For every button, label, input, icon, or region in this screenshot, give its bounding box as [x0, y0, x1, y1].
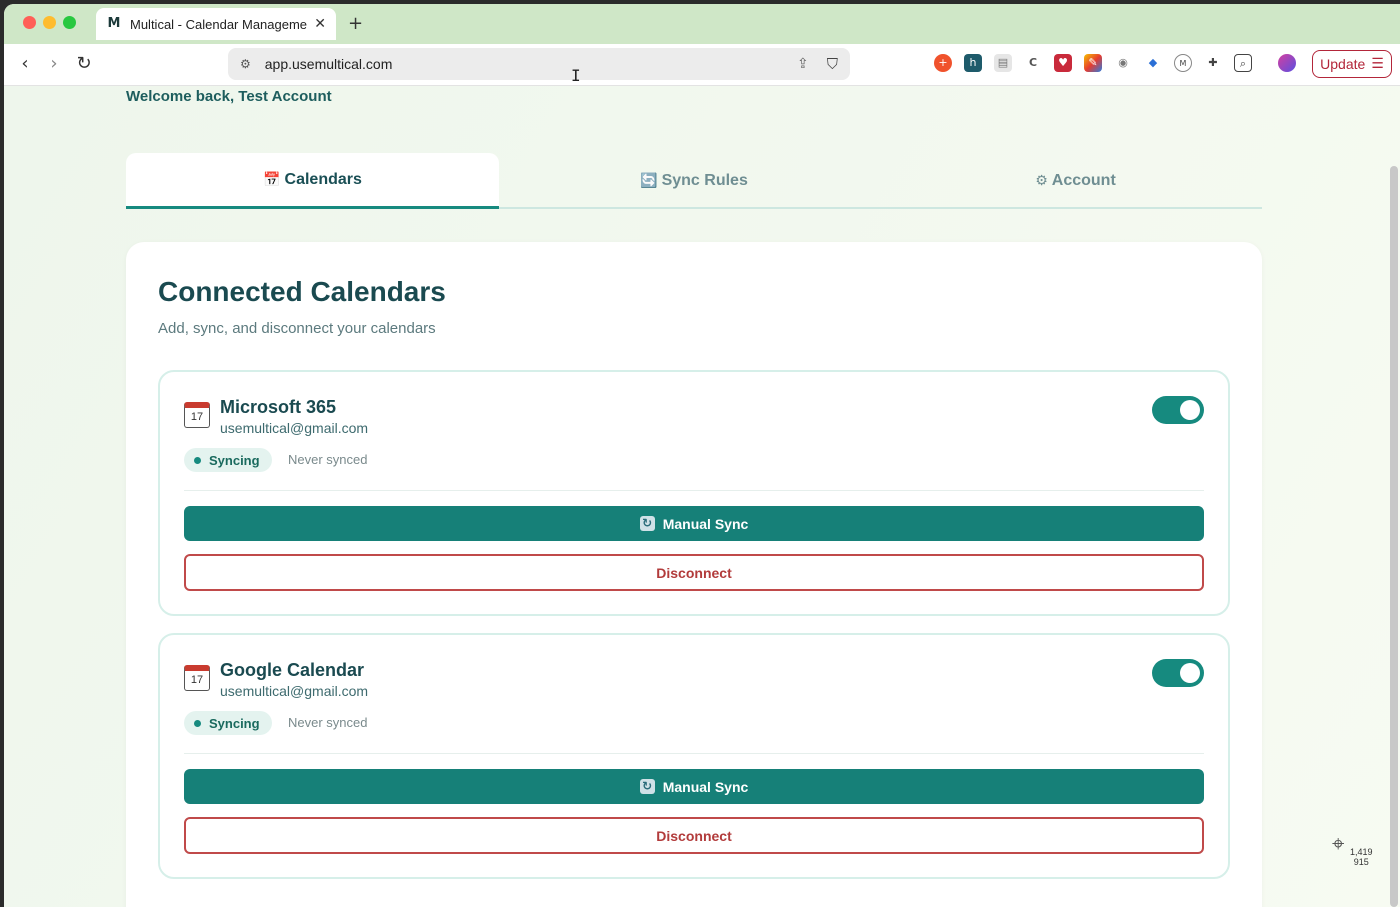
last-synced-text: Never synced	[288, 452, 368, 467]
menu-icon: ☰	[1371, 56, 1384, 72]
manual-sync-label: Manual Sync	[662, 778, 749, 795]
crosshair-icon: ⌖	[1332, 832, 1345, 857]
extension-icon[interactable]: ♥	[1054, 54, 1072, 72]
scrollbar-thumb[interactable]	[1390, 166, 1398, 907]
divider	[184, 753, 1204, 754]
tab-label: Calendars	[284, 170, 362, 188]
update-label: Update	[1320, 56, 1366, 72]
new-tab-button[interactable]: +	[348, 13, 363, 34]
gear-icon: ⚙	[1035, 173, 1048, 189]
tab-label: Account	[1051, 172, 1116, 189]
status-label: Syncing	[209, 452, 260, 468]
close-window-button[interactable]	[23, 16, 36, 29]
tab-sync-rules[interactable]: 🔄 Sync Rules	[499, 153, 889, 209]
calendar-item-microsoft-365: 17 Microsoft 365 usemultical@gmail.com S…	[158, 370, 1230, 616]
cursor-coordinates: 1,419 915	[1350, 847, 1373, 867]
extension-icon[interactable]: M	[1174, 54, 1192, 72]
status-badge: Syncing	[184, 711, 272, 735]
forward-button[interactable]: ›	[42, 52, 66, 76]
toggle-knob	[1180, 400, 1200, 420]
status-dot-icon	[194, 456, 201, 464]
camera-icon[interactable]: ◉	[1114, 54, 1132, 72]
disconnect-button[interactable]: Disconnect	[184, 554, 1204, 591]
manual-sync-button[interactable]: ↻ Manual Sync	[184, 769, 1204, 804]
coord-y: 915	[1353, 857, 1369, 867]
calendar-icon: 17	[184, 665, 210, 691]
maximize-window-button[interactable]	[63, 16, 76, 29]
calendar-email: usemultical@gmail.com	[220, 683, 369, 699]
share-icon[interactable]: ⇪	[797, 56, 809, 72]
minimize-window-button[interactable]	[43, 16, 56, 29]
update-button[interactable]: Update ☰	[1312, 50, 1392, 78]
close-tab-icon[interactable]: ✕	[314, 16, 326, 32]
reader-icon[interactable]: ⌕	[1234, 54, 1252, 72]
site-settings-icon[interactable]: ⚙	[240, 57, 251, 71]
extension-icon[interactable]: ✎	[1084, 54, 1102, 72]
tab-account[interactable]: ⚙ Account	[889, 153, 1262, 209]
status-dot-icon	[194, 719, 201, 727]
connected-calendars-card: Connected Calendars Add, sync, and disco…	[126, 242, 1262, 907]
reload-button[interactable]: ↻	[72, 52, 96, 76]
multical-favicon-icon: M	[107, 16, 121, 31]
sync-icon: 🔄	[640, 173, 658, 189]
extension-icon[interactable]: ◆	[1144, 54, 1162, 72]
url-text[interactable]: app.usemultical.com	[265, 56, 797, 72]
text-cursor-icon: I	[571, 66, 581, 85]
coord-x: 1,419	[1350, 847, 1373, 857]
profile-avatar[interactable]	[1278, 54, 1296, 72]
status-badge: Syncing	[184, 448, 272, 472]
address-bar[interactable]: ⚙ app.usemultical.com ⇪ ⛉	[228, 48, 850, 80]
extensions-row: + h ▤ C ♥ ✎ ◉ ◆ M ✚ ⌕	[934, 54, 1296, 72]
browser-window: M Multical - Calendar Manageme ✕ + ‹ › ↻…	[4, 4, 1400, 907]
toggle-knob	[1180, 663, 1200, 683]
page-content: Welcome back, Test Account 📅 Calendars 🔄…	[4, 86, 1400, 907]
sync-icon: ↻	[639, 516, 655, 531]
extension-icon[interactable]: h	[964, 54, 982, 72]
last-synced-text: Never synced	[288, 715, 368, 730]
status-label: Syncing	[209, 715, 260, 731]
brave-shield-icon[interactable]: ⛉	[827, 55, 838, 73]
calendar-name: Microsoft 365	[220, 397, 337, 417]
calendar-name: Google Calendar	[220, 660, 365, 680]
section-title: Connected Calendars	[158, 276, 446, 307]
calendar-enabled-toggle[interactable]	[1152, 396, 1204, 424]
manual-sync-button[interactable]: ↻ Manual Sync	[184, 506, 1204, 541]
back-button[interactable]: ‹	[13, 52, 37, 76]
tab-strip: M Multical - Calendar Manageme ✕ +	[4, 4, 1400, 44]
welcome-text: Welcome back, Test Account	[126, 88, 332, 105]
section-subtitle: Add, sync, and disconnect your calendars	[158, 320, 436, 337]
calendar-email: usemultical@gmail.com	[220, 420, 369, 436]
puzzle-icon[interactable]: ✚	[1204, 54, 1222, 72]
manual-sync-label: Manual Sync	[662, 515, 749, 532]
calendar-icon: 17	[184, 402, 210, 428]
browser-tab[interactable]: M Multical - Calendar Manageme ✕	[96, 8, 336, 40]
tab-label: Sync Rules	[661, 172, 748, 189]
extension-icon[interactable]: ▤	[994, 54, 1012, 72]
calendar-item-google-calendar: 17 Google Calendar usemultical@gmail.com…	[158, 633, 1230, 879]
calendar-icon: 📅	[263, 171, 281, 188]
disconnect-button[interactable]: Disconnect	[184, 817, 1204, 854]
sync-icon: ↻	[639, 779, 655, 794]
main-tabs: 📅 Calendars 🔄 Sync Rules ⚙ Account	[126, 153, 1262, 209]
calendar-enabled-toggle[interactable]	[1152, 659, 1204, 687]
divider	[184, 490, 1204, 491]
extension-icon[interactable]: C	[1024, 54, 1042, 72]
browser-toolbar: ‹ › ↻ ⚙ app.usemultical.com ⇪ ⛉ + h ▤ C …	[4, 44, 1400, 86]
tab-title: Multical - Calendar Manageme	[130, 16, 308, 32]
extension-icon[interactable]: +	[934, 54, 952, 72]
tab-calendars[interactable]: 📅 Calendars	[126, 153, 499, 209]
